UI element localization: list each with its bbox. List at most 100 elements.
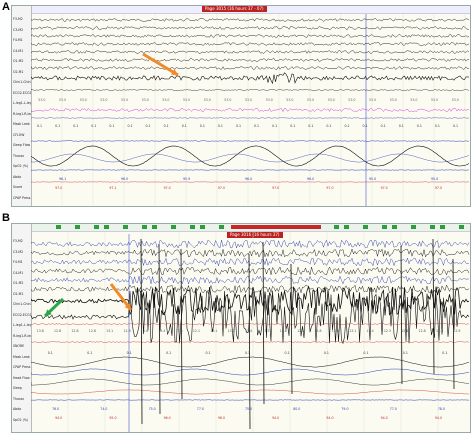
value-label: 95.0 (369, 177, 377, 181)
event-marker (363, 225, 368, 229)
value-label: 53.0 (410, 98, 418, 102)
channel-label: SNORE (13, 344, 25, 348)
value-label: 53.0 (183, 98, 191, 102)
signal-trace (31, 323, 470, 325)
panel-b-signal-traces (31, 225, 470, 432)
value-label: 0.1 (87, 351, 93, 355)
channel-label: ECG2-ECG1 (13, 90, 31, 95)
value-label: 53.0 (348, 98, 356, 102)
value-label: 13.5 (175, 329, 183, 333)
event-marker (75, 225, 80, 229)
value-label: 0.1 (272, 124, 278, 128)
channel-label: F4-M1 (13, 260, 23, 264)
value-label: 12.8 (418, 329, 426, 333)
channel-label: C3-M2 (13, 27, 24, 32)
event-marker (411, 225, 416, 229)
chin-emg-trace (31, 72, 470, 85)
event-marker (440, 225, 445, 229)
value-label: 12.8 (279, 329, 287, 333)
value-label: 0.1 (323, 351, 329, 355)
value-label: 12.8 (331, 329, 339, 333)
value-label: 13.1 (349, 329, 357, 333)
signal-trace (31, 34, 470, 38)
value-label: 0.1 (453, 124, 459, 128)
value-label: 0.1 (326, 124, 332, 128)
value-label: 77.0 (196, 407, 204, 411)
value-label: 77.0 (389, 407, 397, 411)
value-label: 53.0 (224, 98, 232, 102)
channel-label: CFLOW (13, 132, 25, 137)
event-marker (344, 225, 349, 229)
value-label: 53.0 (265, 98, 273, 102)
channel-label: O2-M1 (13, 69, 24, 74)
channel-label: Thorax (13, 396, 25, 401)
channel-label: O2-M1 (13, 291, 24, 296)
panel-a-signal-traces (31, 14, 470, 206)
artifact-spike (180, 248, 183, 400)
value-label: 13.1 (106, 329, 114, 333)
signal-trace (31, 266, 470, 276)
value-label: 53.0 (286, 98, 294, 102)
value-label: 12.9 (453, 329, 461, 333)
panel-a-spo2-values: 96.1 96.0 95.9 96.0 96.0 95.0 95.0 (32, 177, 468, 182)
channel-label: CPAP Press (13, 365, 31, 369)
channel-label: Abdo (13, 407, 22, 411)
panel-a-mask-leak-values: 0.1 0.1 0.1 0.1 0.1 0.1 0.1 0.1 0.1 0.1 0.1 0.1 0.1 0… (32, 124, 468, 129)
event-marker (430, 225, 435, 229)
value-label: 0.1 (245, 351, 251, 355)
channel-label: Sleep Flow (13, 143, 31, 147)
channel-label: L-leg1-L-leg2 (13, 101, 31, 105)
value-label: 0.1 (308, 124, 314, 128)
value-label: 12.8 (297, 329, 305, 333)
value-label: 97.0 (380, 186, 388, 190)
channel-label: C4-M1 (13, 270, 24, 275)
value-label: 12.4 (366, 329, 374, 333)
signal-trace (31, 284, 470, 294)
event-marker (459, 225, 464, 229)
value-label: 78.0 (437, 407, 445, 411)
value-label: 0.1 (217, 124, 223, 128)
channel-label: R-leg1-R-leg2 (13, 333, 31, 338)
signal-trace (31, 89, 470, 91)
channel-label: Mask Leak (13, 122, 30, 126)
value-label: 53.0 (245, 98, 253, 102)
panel-a-channel-labels: F3-M2 C3-M2 F4-M1 C4-M1 O1-M2 O2-M1 Chin1-Chin… (12, 6, 32, 206)
signal-trace (31, 26, 470, 30)
channel-label: Chin1-Chin2 (13, 302, 31, 306)
channel-label: Abdo (13, 174, 22, 179)
value-label: 0.1 (73, 124, 79, 128)
value-label: 13.2 (227, 329, 235, 333)
value-label: 97.0 (434, 186, 442, 190)
value-label: 53.0 (327, 98, 335, 102)
orange-arrow-icon (109, 283, 133, 311)
signal-trace (31, 341, 470, 343)
channel-label: F3-M2 (13, 17, 23, 21)
channel-label: F3-M2 (13, 239, 23, 243)
panel-b-channel-labels: F3-M2 C3-M2 F4-M1 C4-M1 O1-M2 O2-M1 Chin1-Chin… (12, 224, 32, 432)
channel-label: Mask Leak (13, 354, 30, 359)
signal-trace (31, 239, 470, 249)
value-label: 97.1 (109, 186, 117, 190)
panel-a-ecg-values: 53.0 53.0 53.0 53.0 53.0 53.0 53.0 53.0 53.0 53.0… (32, 98, 468, 103)
value-label: 53.0 (162, 98, 170, 102)
value-label: 94.0 (434, 416, 442, 420)
channel-label: SpO2 (%) (13, 417, 29, 422)
panel-a: Page 3015 (16 hours 37 - 07) F3-M2 C3-M2 F… (11, 5, 471, 207)
event-marker (190, 225, 195, 229)
value-label: 0.1 (163, 124, 169, 128)
value-label: 0.1 (402, 351, 408, 355)
signal-trace (31, 18, 470, 22)
signal-trace (31, 140, 470, 142)
event-marker (142, 225, 147, 229)
signal-trace (31, 275, 469, 285)
value-label: 53.0 (59, 98, 67, 102)
signal-trace (31, 58, 470, 62)
artifact-spike (452, 258, 455, 390)
value-label: 53.0 (451, 98, 459, 102)
event-marker (392, 225, 397, 229)
arousal-marker (231, 225, 321, 229)
event-marker (200, 225, 205, 229)
event-marker (382, 225, 387, 229)
value-label: 53.0 (100, 98, 108, 102)
value-label: 13.4 (245, 329, 253, 333)
